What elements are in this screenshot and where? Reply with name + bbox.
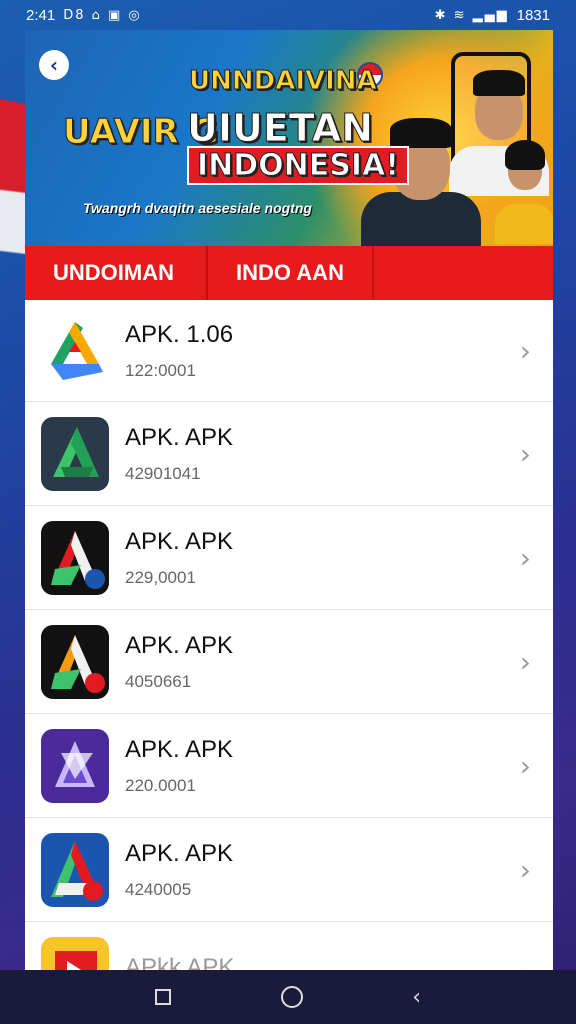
orange-a-on-black-icon (41, 624, 109, 699)
banner-headline-3: INDONESIA! (187, 146, 409, 185)
chevron-right-icon: › (519, 437, 531, 470)
google-drive-style-icon (41, 314, 109, 388)
app-title: APK. 1.06 (125, 320, 234, 348)
list-item[interactable]: APK. APK 220.0001 › (25, 714, 553, 818)
banner-headline-2b: UIUETAN (187, 106, 374, 151)
tab-undoiman[interactable]: UNDOIMAN (25, 246, 208, 300)
banner-tagline: Twangrh dvaqitn aesesiale nogtng (83, 200, 312, 216)
tab-empty[interactable] (374, 246, 553, 300)
app-subtitle: 4240005 (125, 879, 192, 899)
chevron-right-icon: › (520, 957, 531, 970)
green-a-on-dark-icon (41, 416, 109, 491)
list-item[interactable]: APkk APK › (25, 922, 553, 970)
red-a-on-black-icon (41, 520, 109, 595)
notification-icons: D8 ⌂ ▣ ◎ (63, 7, 142, 23)
recents-icon[interactable] (154, 989, 171, 1005)
app-title: APkk APK (125, 953, 235, 971)
tab-bar: UNDOIMAN INDO AAN (25, 246, 553, 300)
woman-illustration (495, 134, 553, 244)
back-icon[interactable]: ‹ (412, 985, 421, 1010)
app-list: APK. 1.06 122:0001 › APK. APK 42901041 › (25, 300, 553, 970)
chevron-right-icon: › (519, 749, 531, 782)
list-item[interactable]: APK. APK 4050661 › (25, 610, 553, 714)
chevron-right-icon: › (519, 645, 531, 678)
chevron-right-icon: › (519, 334, 531, 367)
app-title: APK. APK (125, 735, 234, 763)
blue-red-a-icon (41, 832, 109, 907)
app-panel: ‹ UNNDAIVINA UAVIR G UIUETAN INDONESIA! … (25, 30, 553, 970)
list-item[interactable]: APK. APK 229,0001 › (25, 506, 553, 610)
yellow-red-play-icon (41, 936, 109, 970)
app-title: APK. APK (125, 631, 234, 659)
battery-level: 1831 (516, 6, 550, 24)
promo-banner[interactable]: ‹ UNNDAIVINA UAVIR G UIUETAN INDONESIA! … (25, 30, 553, 246)
app-subtitle: 220.0001 (125, 775, 196, 795)
app-title: APK. APK (125, 839, 234, 867)
app-title: APK. APK (125, 423, 234, 451)
app-subtitle: 42901041 (125, 463, 201, 483)
status-time: 2:41 (26, 6, 56, 24)
app-subtitle: 229,0001 (125, 567, 196, 587)
home-icon[interactable] (280, 986, 303, 1008)
signal-wifi-icons: ✱ ≋ ▂▄▆ (434, 7, 509, 23)
back-button[interactable]: ‹ (39, 50, 69, 80)
list-item[interactable]: APK. APK 42901041 › (25, 402, 553, 506)
list-item[interactable]: APK. 1.06 122:0001 › (25, 300, 553, 402)
status-bar: 2:41 D8 ⌂ ▣ ◎ ✱ ≋ ▂▄▆ 1831 (0, 0, 576, 30)
app-title: APK. APK (125, 527, 234, 555)
system-nav-bar: ‹ (0, 970, 576, 1024)
list-item[interactable]: APK. APK 4240005 › (25, 818, 553, 922)
chevron-right-icon: › (519, 853, 531, 886)
app-subtitle: 4050661 (125, 671, 192, 691)
purple-triangle-icon (41, 728, 109, 803)
chevron-right-icon: › (519, 541, 531, 574)
banner-headline-1: UNNDAIVINA (189, 66, 378, 97)
tab-indo-aan[interactable]: INDO AAN (208, 246, 374, 300)
app-subtitle: 122:0001 (125, 360, 196, 380)
